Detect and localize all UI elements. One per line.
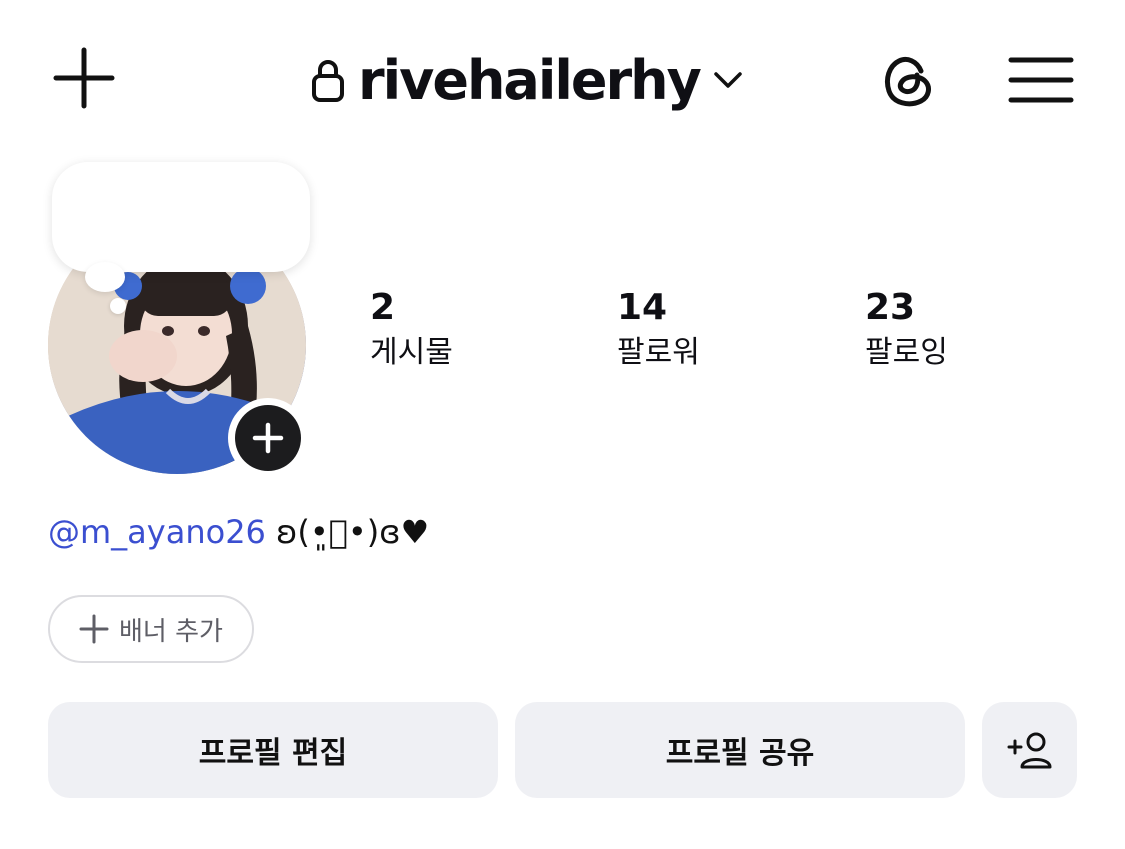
followers-count: 14 — [617, 287, 668, 328]
posts-count: 2 — [370, 287, 396, 328]
discover-people-button[interactable] — [982, 702, 1077, 798]
lock-icon — [312, 60, 344, 102]
add-person-icon — [1007, 732, 1051, 769]
plus-icon — [252, 422, 284, 454]
note-bubble-tail — [85, 262, 125, 292]
account-switcher[interactable]: rivehailerhy — [310, 40, 744, 120]
note-bubble[interactable] — [52, 162, 310, 272]
add-banner-label: 배너 추가 — [119, 616, 223, 647]
following-stat[interactable]: 23 팔로잉 — [865, 284, 948, 374]
new-post-button[interactable] — [48, 42, 120, 114]
threads-button[interactable] — [872, 44, 944, 116]
following-label: 팔로잉 — [865, 335, 948, 370]
bio-text: ʚ(•͈ᷦ•)ɞ♥ — [265, 513, 430, 551]
bio-mention-link[interactable]: @m_ayano26 — [48, 513, 266, 551]
profile-bio: @m_ayano26 ʚ(•͈ᷦ•)ɞ♥ — [48, 510, 429, 554]
posts-stat[interactable]: 2 게시물 — [370, 284, 453, 374]
hamburger-menu-icon — [1008, 57, 1074, 103]
add-banner-button[interactable]: 배너 추가 — [48, 595, 254, 663]
edit-profile-button[interactable]: 프로필 편집 — [48, 702, 498, 798]
threads-icon — [884, 56, 931, 107]
following-count: 23 — [865, 287, 916, 328]
posts-label: 게시물 — [370, 335, 453, 370]
profile-username: rivehailerhy — [358, 48, 702, 112]
share-profile-button[interactable]: 프로필 공유 — [515, 702, 965, 798]
chevron-down-icon — [714, 72, 742, 88]
add-story-button[interactable] — [228, 398, 308, 478]
plus-icon — [53, 47, 115, 109]
plus-icon — [79, 614, 109, 644]
followers-label: 팔로워 — [617, 335, 700, 370]
followers-stat[interactable]: 14 팔로워 — [617, 284, 700, 374]
note-bubble-tail-dot — [110, 298, 126, 314]
menu-button[interactable] — [1003, 44, 1079, 116]
